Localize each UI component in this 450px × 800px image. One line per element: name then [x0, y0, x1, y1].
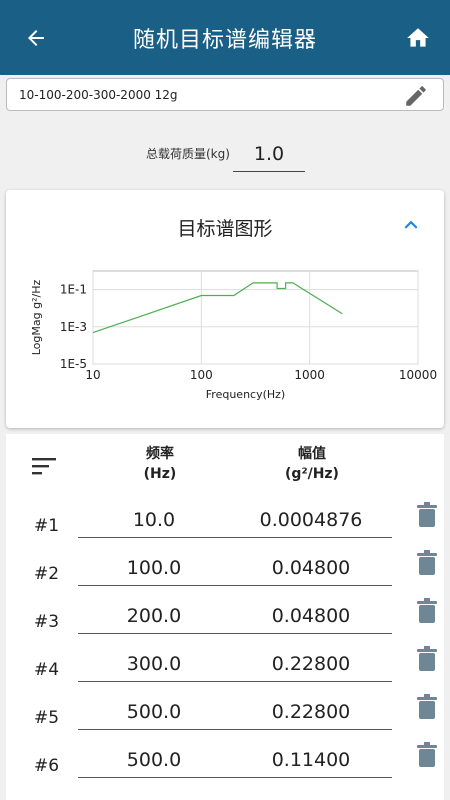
- freq-input[interactable]: 100.0: [78, 550, 230, 586]
- amp-input[interactable]: 0.0004876: [230, 502, 392, 538]
- y-tick-label: 1E-3: [60, 320, 87, 334]
- freq-input[interactable]: 10.0: [78, 502, 230, 538]
- breakpoint-table: 频率 (Hz) 幅值 (g²/Hz) #1 10.0 0.0004876 #2 …: [6, 434, 444, 800]
- amp-input[interactable]: 0.11400: [230, 742, 392, 778]
- y-axis-label: LogMag g²/Hz: [30, 280, 43, 356]
- table-row: #6 500.0 0.11400: [6, 742, 444, 790]
- freq-input[interactable]: 300.0: [78, 646, 230, 682]
- y-tick-label: 1E-1: [60, 283, 87, 297]
- mass-label: 总载荷质量(kg): [146, 147, 230, 161]
- psd-series-line: [92, 282, 343, 334]
- home-button[interactable]: [400, 20, 436, 56]
- x-tick-label: 100: [190, 368, 213, 382]
- trash-icon[interactable]: [416, 742, 438, 768]
- sort-icon[interactable]: [32, 456, 58, 476]
- trash-icon[interactable]: [416, 598, 438, 624]
- plot-frame: [92, 270, 419, 365]
- row-index: #4: [34, 660, 60, 680]
- freq-header-unit: (Hz): [143, 466, 177, 482]
- row-index: #6: [34, 756, 60, 776]
- trash-icon[interactable]: [416, 694, 438, 720]
- profile-name-value: 10-100-200-300-2000 12g: [19, 88, 178, 102]
- pencil-edit-icon[interactable]: [403, 83, 429, 109]
- freq-header: 频率 (Hz): [100, 444, 220, 484]
- table-row: #2 100.0 0.04800: [6, 550, 444, 598]
- table-row: #1 10.0 0.0004876: [6, 502, 444, 550]
- freq-header-label: 频率: [146, 446, 174, 462]
- chart-card: 目标谱图形 10 100 1000 10000 1E-1 1E-3 1E-5 Frequenc…: [6, 190, 444, 428]
- profile-name-field[interactable]: 10-100-200-300-2000 12g: [6, 78, 444, 111]
- amp-header-label: 幅值: [298, 446, 326, 462]
- row-index: #1: [34, 516, 60, 536]
- amp-header: 幅值 (g²/Hz): [252, 444, 372, 484]
- freq-input[interactable]: 200.0: [78, 598, 230, 634]
- row-index: #3: [34, 612, 60, 632]
- amp-header-unit: (g²/Hz): [285, 466, 339, 482]
- trash-icon[interactable]: [416, 550, 438, 576]
- home-icon: [407, 28, 429, 47]
- mass-row: 总载荷质量(kg) 1.0: [0, 140, 450, 180]
- mass-input[interactable]: 1.0: [233, 140, 305, 172]
- amp-input[interactable]: 0.22800: [230, 694, 392, 730]
- x-axis-label: Frequency(Hz): [206, 388, 285, 401]
- x-tick-label: 10000: [399, 368, 437, 382]
- amp-input[interactable]: 0.04800: [230, 598, 392, 634]
- table-row: #4 300.0 0.22800: [6, 646, 444, 694]
- freq-input[interactable]: 500.0: [78, 694, 230, 730]
- row-index: #2: [34, 564, 60, 584]
- app-bar: 随机目标谱编辑器: [0, 0, 450, 75]
- row-index: #5: [34, 708, 60, 728]
- y-tick-label: 1E-5: [60, 357, 87, 371]
- trash-icon[interactable]: [416, 646, 438, 672]
- table-row: #5 500.0 0.22800: [6, 694, 444, 742]
- trash-icon[interactable]: [416, 502, 438, 528]
- page-title: 随机目标谱编辑器: [132, 28, 317, 53]
- x-tick-label: 1000: [294, 368, 325, 382]
- x-tick-label: 10: [85, 368, 100, 382]
- table-row: #3 200.0 0.04800: [6, 598, 444, 646]
- amp-input[interactable]: 0.22800: [230, 646, 392, 682]
- freq-input[interactable]: 500.0: [78, 742, 230, 778]
- psd-chart: 10 100 1000 10000 1E-1 1E-3 1E-5 Frequency(Hz) L…: [30, 270, 437, 401]
- amp-input[interactable]: 0.04800: [230, 550, 392, 586]
